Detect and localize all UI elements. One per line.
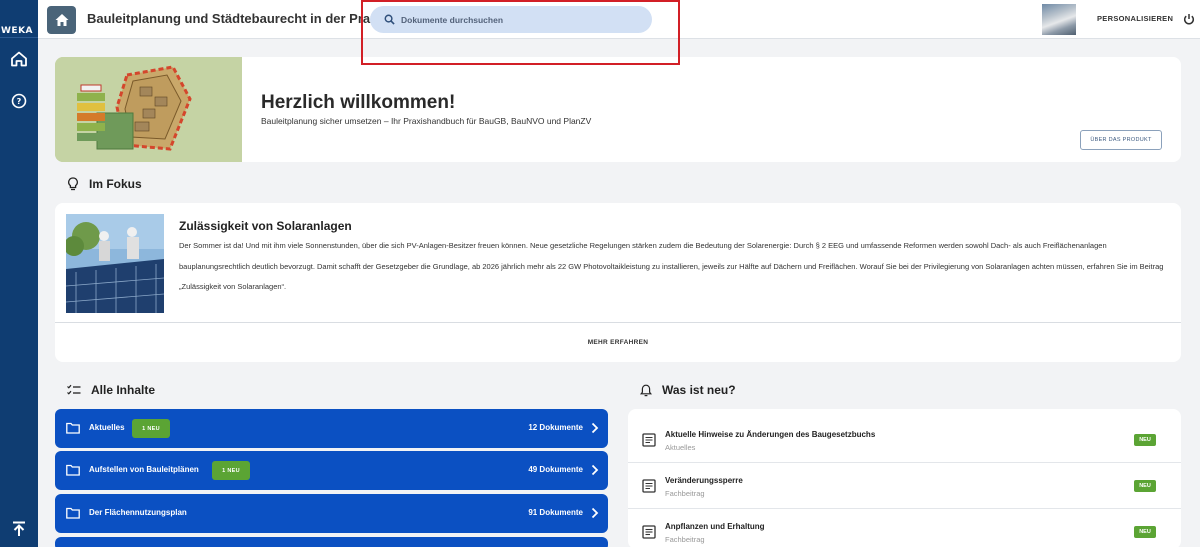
category-row[interactable]: Aufstellen von Bauleitplänen 1 NEU 49 Do… — [55, 451, 608, 490]
new-badge: 1 NEU — [212, 461, 250, 480]
document-count: 91 Dokumente — [528, 508, 583, 517]
news-heading: Was ist neu? — [640, 383, 736, 397]
welcome-banner: Herzlich willkommen! Bauleitplanung sich… — [55, 57, 1181, 162]
focus-card: Zulässigkeit von Solaranlagen Der Sommer… — [55, 203, 1181, 362]
bell-icon — [640, 384, 652, 396]
app-title: Bauleitplanung und Städtebaurecht in der… — [87, 11, 389, 26]
news-heading-label: Was ist neu? — [662, 383, 736, 397]
weka-logo[interactable]: WEKA — [0, 0, 38, 38]
news-item[interactable]: Anpflanzen und Erhaltung Fachbeitrag NEU — [628, 509, 1181, 547]
category-label: Aufstellen von Bauleitplänen — [89, 465, 199, 474]
svg-text:?: ? — [17, 97, 22, 106]
welcome-title: Herzlich willkommen! — [261, 92, 456, 113]
document-icon — [642, 433, 656, 447]
logo-text: WEKA — [1, 26, 34, 36]
about-product-button[interactable]: ÜBER DAS PRODUKT — [1080, 130, 1162, 150]
document-icon — [642, 479, 656, 493]
news-category: Fachbeitrag — [665, 489, 705, 498]
focus-heading-label: Im Fokus — [89, 177, 142, 191]
category-row[interactable]: Aktuelles 1 NEU 12 Dokumente — [55, 409, 608, 448]
scroll-to-top-icon[interactable] — [9, 519, 29, 539]
category-label: Aktuelles — [89, 423, 125, 432]
category-label: Der Flächennutzungsplan — [89, 508, 187, 517]
personalize-button[interactable]: PERSONALISIEREN — [1097, 14, 1173, 23]
checklist-icon — [67, 384, 81, 395]
contents-heading: Alle Inhalte — [67, 383, 155, 397]
chevron-right-icon — [591, 507, 599, 519]
focus-text: Der Sommer ist da! Und mit ihm viele Son… — [179, 241, 1164, 291]
folder-icon — [66, 507, 80, 519]
folder-icon — [66, 464, 80, 476]
folder-icon — [66, 422, 80, 434]
category-row[interactable] — [55, 537, 608, 547]
search-highlight-frame — [361, 0, 680, 65]
chevron-right-icon — [591, 422, 599, 434]
news-item[interactable]: Aktuelle Hinweise zu Änderungen des Baug… — [628, 417, 1181, 463]
document-icon — [642, 525, 656, 539]
lightbulb-icon — [68, 177, 78, 191]
news-title: Aktuelle Hinweise zu Änderungen des Baug… — [665, 430, 876, 439]
zoning-plan-illustration — [55, 57, 242, 162]
new-badge: NEU — [1134, 434, 1156, 446]
document-count: 12 Dokumente — [528, 423, 583, 432]
new-badge: NEU — [1134, 480, 1156, 492]
document-count: 49 Dokumente — [528, 465, 583, 474]
home-button[interactable] — [47, 6, 76, 34]
news-category: Aktuelles — [665, 443, 696, 452]
learn-more-button[interactable]: MEHR ERFAHREN — [55, 323, 1181, 362]
logout-icon[interactable] — [1182, 12, 1196, 26]
chevron-right-icon — [591, 464, 599, 476]
solar-installation-photo — [66, 214, 164, 313]
new-badge: NEU — [1134, 526, 1156, 538]
news-title: Anpflanzen und Erhaltung — [665, 522, 765, 531]
product-avatar[interactable] — [1042, 4, 1076, 35]
left-nav-rail: WEKA ? — [0, 0, 38, 547]
home-icon — [55, 14, 68, 26]
home-icon[interactable] — [9, 49, 29, 69]
new-badge: 1 NEU — [132, 419, 170, 438]
news-category: Fachbeitrag — [665, 535, 705, 544]
welcome-subtitle: Bauleitplanung sicher umsetzen – Ihr Pra… — [261, 116, 592, 126]
focus-heading: Im Fokus — [67, 177, 142, 191]
news-title: Veränderungssperre — [665, 476, 743, 485]
help-icon[interactable]: ? — [9, 91, 29, 111]
contents-heading-label: Alle Inhalte — [91, 383, 156, 397]
news-list: Aktuelle Hinweise zu Änderungen des Baug… — [628, 409, 1181, 547]
category-row[interactable]: Der Flächennutzungsplan 91 Dokumente — [55, 494, 608, 533]
news-item[interactable]: Veränderungssperre Fachbeitrag NEU — [628, 463, 1181, 509]
focus-title[interactable]: Zulässigkeit von Solaranlagen — [179, 219, 352, 233]
